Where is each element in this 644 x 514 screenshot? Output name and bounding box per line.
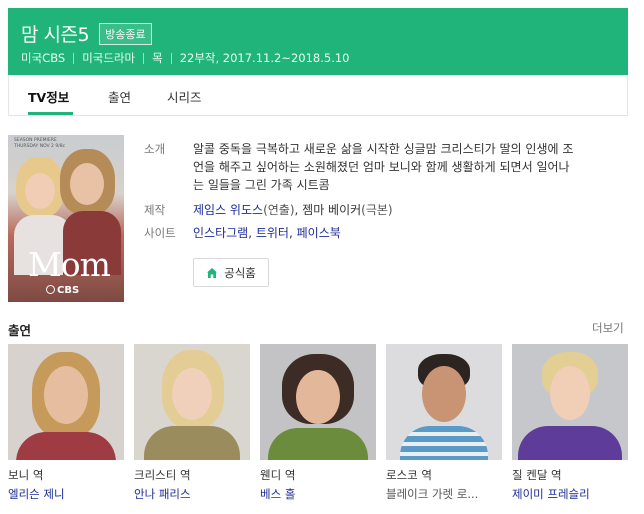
site-label: 사이트	[144, 226, 176, 240]
cast-photo[interactable]	[134, 344, 250, 460]
tab-bar: TV정보 출연 시리즈	[8, 75, 628, 116]
home-icon	[207, 267, 218, 278]
status-badge: 방송종료	[99, 22, 152, 45]
cast-role: 크리스티 역	[134, 468, 191, 482]
cast-card[interactable]: 보니 역 엘리슨 제니	[8, 344, 124, 501]
poster-premiere-text: SEASON PREMIERE THURSDAY NOV 2 9/8c	[14, 138, 66, 149]
production-credits: 제임스 위도스(연출), 젬마 베이커(극본)	[193, 203, 393, 217]
poster-figure-face	[70, 163, 104, 205]
meta-episodes-period: 22부작, 2017.11.2~2018.5.10	[179, 51, 350, 65]
poster-figure-face	[25, 173, 55, 209]
meta-divider	[170, 52, 172, 64]
more-cast-link[interactable]: 더보기	[592, 320, 624, 336]
cast-name-link[interactable]: 엘리슨 제니	[8, 486, 124, 502]
intro-label: 소개	[144, 142, 166, 156]
cast-photo[interactable]	[8, 344, 124, 460]
tab-series[interactable]: 시리즈	[167, 87, 202, 106]
cast-card[interactable]: 질 켄달 역 제이미 프레슬리	[512, 344, 628, 501]
cast-photo[interactable]	[386, 344, 502, 460]
production-label: 제작	[144, 203, 166, 217]
site-links: 인스타그램, 트위터, 페이스북	[193, 226, 341, 240]
tab-cast[interactable]: 출연	[108, 87, 131, 106]
cast-card[interactable]: 로스코 역 블레이크 가렛 로...	[386, 344, 502, 501]
official-home-button[interactable]: 공식홈	[193, 258, 269, 287]
title-row: 맘 시즌5 방송종료	[21, 20, 152, 47]
poster-logo: Mom	[28, 245, 111, 284]
meta-genre: 미국드라마	[82, 51, 136, 65]
cast-card[interactable]: 웬디 역 베스 홀	[260, 344, 376, 501]
cast-photo[interactable]	[260, 344, 376, 460]
cast-card[interactable]: 크리스티 역 안나 패리스	[134, 344, 250, 501]
cast-name[interactable]: 블레이크 가렛 로...	[386, 486, 502, 502]
program-poster[interactable]: SEASON PREMIERE THURSDAY NOV 2 9/8c Mom …	[8, 135, 124, 302]
tab-tv-info[interactable]: TV정보	[28, 87, 69, 106]
cast-name-link[interactable]: 안나 패리스	[134, 486, 250, 502]
cast-role: 보니 역	[8, 468, 44, 482]
meta-divider	[73, 52, 75, 64]
director-link[interactable]: 제임스 위도스	[193, 203, 263, 217]
meta-day: 목	[152, 51, 163, 65]
cast-role: 로스코 역	[386, 468, 432, 482]
cast-photo[interactable]	[512, 344, 628, 460]
active-tab-indicator	[28, 112, 73, 115]
program-meta: 미국CBS 미국드라마 목 22부작, 2017.11.2~2018.5.10	[21, 50, 349, 66]
twitter-link[interactable]: 트위터	[256, 226, 289, 240]
writer-link[interactable]: 젬마 베이커	[302, 203, 361, 217]
cast-name-link[interactable]: 제이미 프레슬리	[512, 486, 628, 502]
facebook-link[interactable]: 페이스북	[297, 226, 341, 240]
cast-name-link[interactable]: 베스 홀	[260, 486, 376, 502]
intro-text: 알콜 중독을 극복하고 새로운 삶을 시작한 싱글맘 크리스티가 딸의 인생에 …	[193, 142, 574, 192]
program-header: 맘 시즌5 방송종료 미국CBS 미국드라마 목 22부작, 2017.11.2…	[8, 8, 628, 75]
instagram-link[interactable]: 인스타그램	[193, 226, 248, 240]
cast-section-title: 출연	[8, 323, 32, 338]
cast-role: 질 켄달 역	[512, 468, 562, 482]
meta-network: 미국CBS	[21, 51, 66, 65]
meta-divider	[143, 52, 145, 64]
official-home-label: 공식홈	[224, 265, 256, 280]
program-title[interactable]: 맘 시즌5	[21, 20, 90, 47]
poster-network-logo: CBS	[46, 285, 79, 296]
cast-role: 웬디 역	[260, 468, 296, 482]
